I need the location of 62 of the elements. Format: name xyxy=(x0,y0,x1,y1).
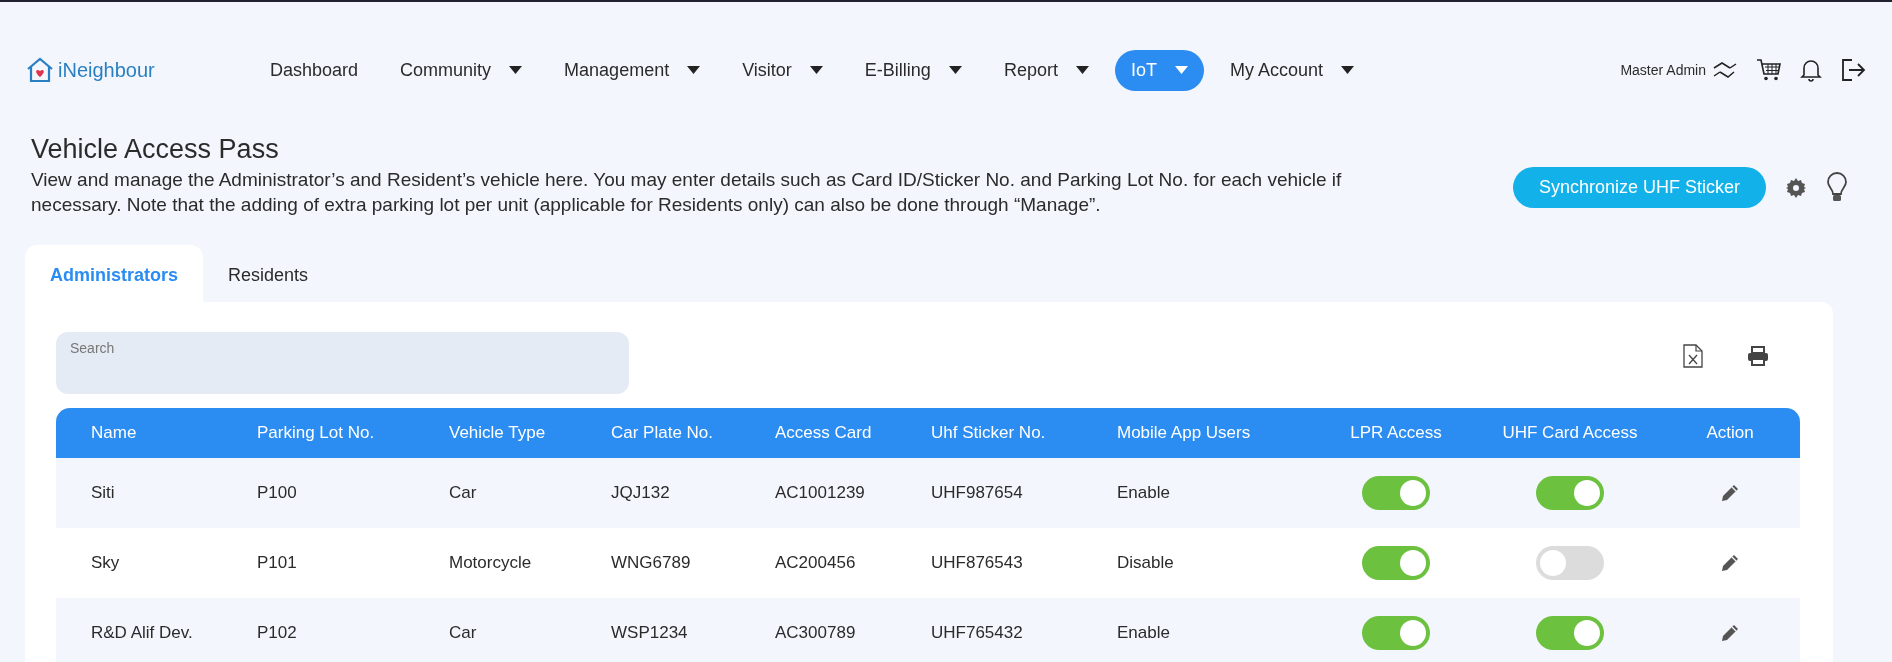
column-header: LPR Access xyxy=(1349,423,1443,443)
column-header: Parking Lot No. xyxy=(256,423,376,443)
nav-menu-item[interactable]: Community xyxy=(384,49,539,91)
table-cell: AC1001239 xyxy=(775,483,865,503)
column-header: UHF Card Access xyxy=(1501,423,1639,443)
table-cell: UHF765432 xyxy=(931,623,1023,643)
house-heart-icon xyxy=(26,57,54,83)
settings-icon[interactable] xyxy=(1786,177,1807,198)
table-cell: Motorcycle xyxy=(449,553,532,573)
table-cell: UHF987654 xyxy=(931,483,1023,503)
nav-menu-item[interactable]: Management xyxy=(548,49,717,91)
nav-menu-item[interactable]: E-Billing xyxy=(848,49,978,91)
cart-icon[interactable] xyxy=(1756,58,1782,82)
table-cell: AC200456 xyxy=(775,553,856,573)
toggle-switch[interactable] xyxy=(1362,616,1430,650)
print-icon[interactable] xyxy=(1747,346,1769,366)
edit-pencil-icon[interactable] xyxy=(1721,484,1739,502)
user-name[interactable]: Master Admin xyxy=(1620,62,1706,78)
table-cell: JQJ132 xyxy=(611,483,670,503)
bell-icon[interactable] xyxy=(1800,58,1822,82)
search-field[interactable]: Search xyxy=(56,332,629,394)
column-header: Vehicle Type xyxy=(448,423,547,443)
toggle-switch[interactable] xyxy=(1536,616,1604,650)
table-cell: P100 xyxy=(257,483,297,503)
nav-menu-item[interactable]: My Account xyxy=(1213,49,1370,91)
table-cell: Siti xyxy=(91,483,115,503)
toggle-switch[interactable] xyxy=(1362,546,1430,580)
brand-name[interactable]: iNeighbour xyxy=(58,58,155,82)
switch-arrows-icon[interactable] xyxy=(1712,60,1738,80)
toggle-switch[interactable] xyxy=(1362,476,1430,510)
nav-menu-item[interactable]: Dashboard xyxy=(254,49,375,91)
table-cell: P101 xyxy=(257,553,297,573)
table-cell: Enable xyxy=(1117,623,1170,643)
toggle-switch[interactable] xyxy=(1536,476,1604,510)
table-cell: Sky xyxy=(91,553,120,573)
column-header: Action xyxy=(1705,423,1755,443)
edit-pencil-icon[interactable] xyxy=(1721,624,1739,642)
excel-file-icon[interactable] xyxy=(1683,344,1703,368)
column-header: Car Plate No. xyxy=(610,423,715,443)
column-header: Name xyxy=(90,423,138,443)
toggle-switch[interactable] xyxy=(1536,546,1604,580)
table-cell: Car xyxy=(449,623,477,643)
table-cell: R&D Alif Dev. xyxy=(91,623,193,643)
nav-menu-item[interactable]: Visitor xyxy=(726,49,839,91)
table-cell: AC300789 xyxy=(775,623,856,643)
column-header: Mobile App Users xyxy=(1116,423,1252,443)
edit-pencil-icon[interactable] xyxy=(1721,554,1739,572)
nav-menu-item[interactable]: Report xyxy=(987,49,1105,91)
table-cell: Car xyxy=(449,483,477,503)
table-cell: UHF876543 xyxy=(931,553,1023,573)
table-cell: Disable xyxy=(1117,553,1174,573)
table-cell: P102 xyxy=(257,623,297,643)
logout-icon[interactable] xyxy=(1840,58,1866,82)
tab[interactable]: Residents xyxy=(203,245,334,302)
column-header: Access Card xyxy=(774,423,873,443)
table-cell: WSP1234 xyxy=(611,623,688,643)
lightbulb-icon[interactable] xyxy=(1826,171,1849,204)
page-title: Vehicle Access Pass xyxy=(31,134,280,165)
table-cell: Enable xyxy=(1117,483,1170,503)
page-description: View and manage the Administrator’s and Resident’s vehicle here. You may enter details such as Card ID/Sticker No. and Parking Lot No. for each vehicle if necessary. Note that the adding of extra parking lot per unit (applicable for Residents only) can also be done through “Manage”. xyxy=(31,168,1343,217)
column-header: Uhf Sticker No. xyxy=(930,423,1047,443)
table-cell: WNG6789 xyxy=(611,553,691,573)
